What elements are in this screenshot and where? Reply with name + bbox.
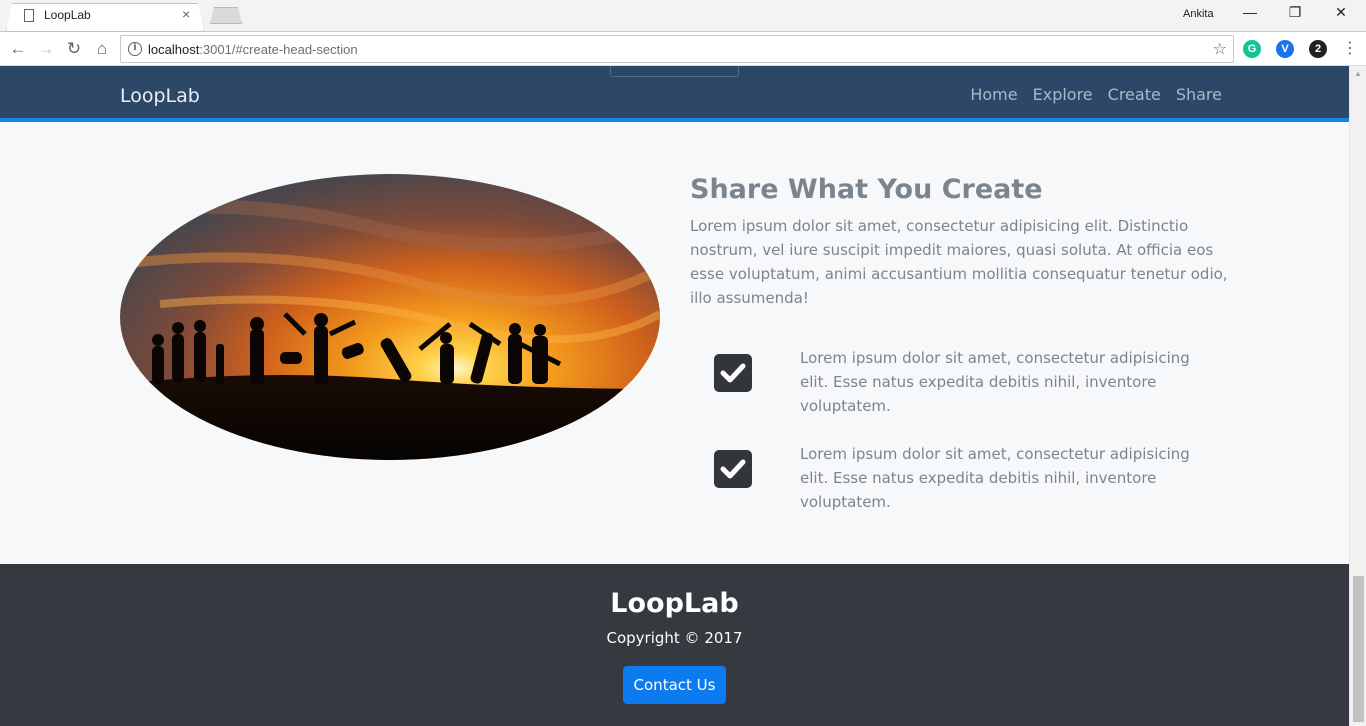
tab-title: LoopLab [44,8,91,22]
feature-item: Lorem ipsum dolor sit amet, consectetur … [690,445,1230,511]
restore-button[interactable]: ❐ [1272,4,1318,21]
back-arrow-icon[interactable]: ← [6,37,30,61]
close-window-button[interactable]: ✕ [1318,4,1364,21]
section-heading: Share What You Create [690,174,1043,205]
home-icon[interactable]: ⌂ [90,37,114,61]
page-document-icon [24,9,34,22]
new-tab-button[interactable] [210,7,242,24]
minimize-button[interactable]: — [1227,4,1273,20]
nav-links: Home Explore Create Share [970,85,1222,104]
contact-us-button[interactable]: Contact Us [623,666,726,704]
copyright-text: Copyright © 2017 [606,629,743,647]
chrome-menu-icon[interactable]: ⋮ [1342,39,1358,59]
address-bar[interactable]: i localhost:3001/#create-head-section ☆ [120,35,1234,63]
section-lead: Lorem ipsum dolor sit amet, consectetur … [690,217,1228,307]
browser-tab[interactable] [6,3,204,32]
site-navbar: LoopLab Home Explore Create Share [0,66,1349,122]
checkbox-checked-icon [714,354,752,392]
grammarly-icon[interactable]: G [1243,40,1261,58]
nav-link-share[interactable]: Share [1176,85,1222,104]
profile-name[interactable]: Ankita [1183,8,1214,20]
vpn-icon[interactable]: V [1276,40,1294,58]
create-head-section: Share What You Create Lorem ipsum dolor … [0,126,1349,564]
feature-text: Lorem ipsum dolor sit amet, consectetur … [800,445,1190,511]
navbar-brand[interactable]: LoopLab [120,85,200,107]
scroll-up-arrow-icon[interactable]: ▲ [1354,69,1362,78]
reload-icon[interactable]: ↻ [62,37,86,61]
forward-arrow-icon[interactable]: → [34,37,58,61]
checkbox-checked-icon [714,450,752,488]
sunset-group-image [120,174,660,460]
feature-text: Lorem ipsum dolor sit amet, consectetur … [800,349,1190,415]
nav-link-home[interactable]: Home [970,85,1017,104]
collapsed-element [610,66,739,77]
nav-link-create[interactable]: Create [1108,85,1161,104]
extension-badge-icon[interactable]: 2 [1309,40,1327,58]
url-text[interactable]: localhost:3001/#create-head-section [148,42,358,57]
bookmark-star-icon[interactable]: ☆ [1213,39,1227,59]
site-footer: LoopLab Copyright © 2017 Contact Us [0,564,1349,726]
info-icon[interactable]: i [128,42,142,56]
scrollbar-thumb[interactable] [1353,576,1364,722]
tab-close-icon[interactable]: × [182,6,190,22]
footer-brand: LoopLab [610,588,739,619]
page-scrollbar[interactable]: ▲ [1349,66,1366,726]
browser-toolbar: ← → ↻ ⌂ i localhost:3001/#create-head-se… [0,32,1366,66]
feature-item: Lorem ipsum dolor sit amet, consectetur … [690,349,1230,415]
page-viewport: LoopLab Home Explore Create Share Share … [0,66,1349,726]
browser-tabstrip: LoopLab × Ankita — ❐ ✕ [0,0,1366,32]
nav-link-explore[interactable]: Explore [1033,85,1093,104]
